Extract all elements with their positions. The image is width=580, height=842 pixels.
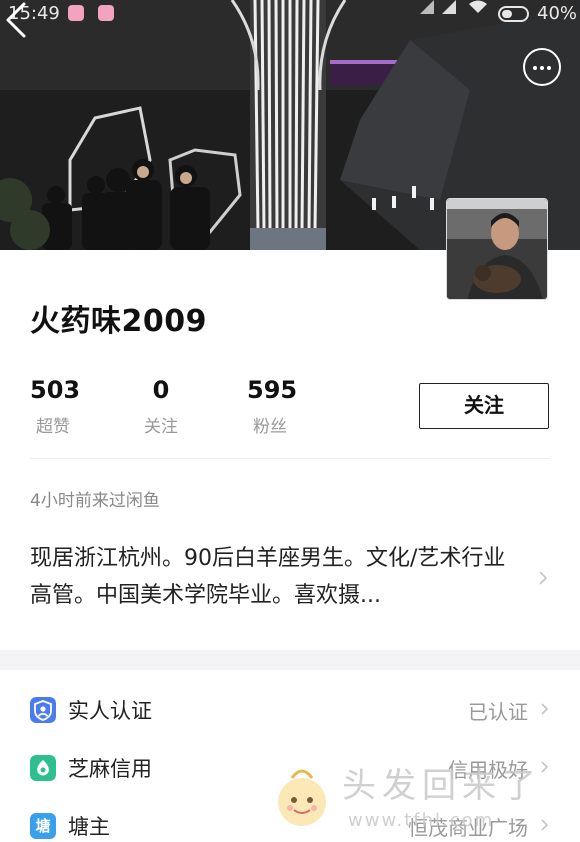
sesame-credit-icon (30, 755, 56, 781)
chevron-right-icon (541, 703, 549, 715)
row-label: 塘主 (68, 815, 110, 839)
stat-fans-label: 粉丝 (253, 417, 287, 437)
follow-button[interactable]: 关注 (419, 383, 549, 429)
stat-likes-value: 503 (30, 376, 81, 404)
app-notification-icon (68, 5, 84, 21)
chevron-left-icon (6, 2, 26, 38)
divider (30, 458, 550, 459)
stat-likes[interactable]: 503 超赞 (30, 376, 81, 437)
stat-likes-label: 超赞 (36, 417, 70, 437)
signal-icon (442, 0, 456, 14)
wifi-icon (469, 0, 487, 13)
chevron-right-icon (539, 571, 548, 585)
back-button[interactable] (0, 0, 36, 40)
battery-percent: 40% (537, 3, 578, 24)
row-value: 已认证 (468, 700, 528, 724)
watermark-logo-icon (278, 769, 326, 826)
more-button[interactable] (523, 48, 561, 86)
stat-fans-value: 595 (247, 376, 298, 404)
section-gap (0, 650, 580, 670)
username: 火药味2009 (30, 304, 207, 339)
stat-following-label: 关注 (144, 417, 178, 437)
app-notification-icon (98, 5, 114, 21)
battery-icon (498, 6, 529, 22)
pond-icon: 塘 (30, 813, 56, 839)
signal-icon (420, 0, 434, 14)
watermark-title: 头发回来了 (342, 766, 542, 806)
stat-following-value: 0 (152, 376, 170, 404)
row-real-person-verification[interactable]: 实人认证 已认证 (0, 680, 580, 738)
stat-fans[interactable]: 595 粉丝 (247, 376, 298, 437)
more-horizontal-icon (533, 66, 537, 70)
avatar[interactable] (446, 198, 548, 300)
row-label: 芝麻信用 (68, 757, 152, 781)
bio-text[interactable]: 现居浙江杭州。90后白羊座男生。文化/艺术行业高管。中国美术学院毕业。喜欢摄..… (30, 540, 520, 614)
row-label: 实人认证 (68, 699, 152, 723)
verified-person-icon (30, 697, 56, 723)
last-seen-text: 4小时前来过闲鱼 (30, 491, 160, 511)
stat-following[interactable]: 0 关注 (140, 376, 182, 437)
avatar-photo (447, 199, 547, 299)
watermark-url: www.tfhl.com (348, 810, 495, 831)
watermark: 头发回来了 www.tfhl.com (272, 752, 572, 842)
status-bar: 15:49 40% (0, 0, 580, 28)
